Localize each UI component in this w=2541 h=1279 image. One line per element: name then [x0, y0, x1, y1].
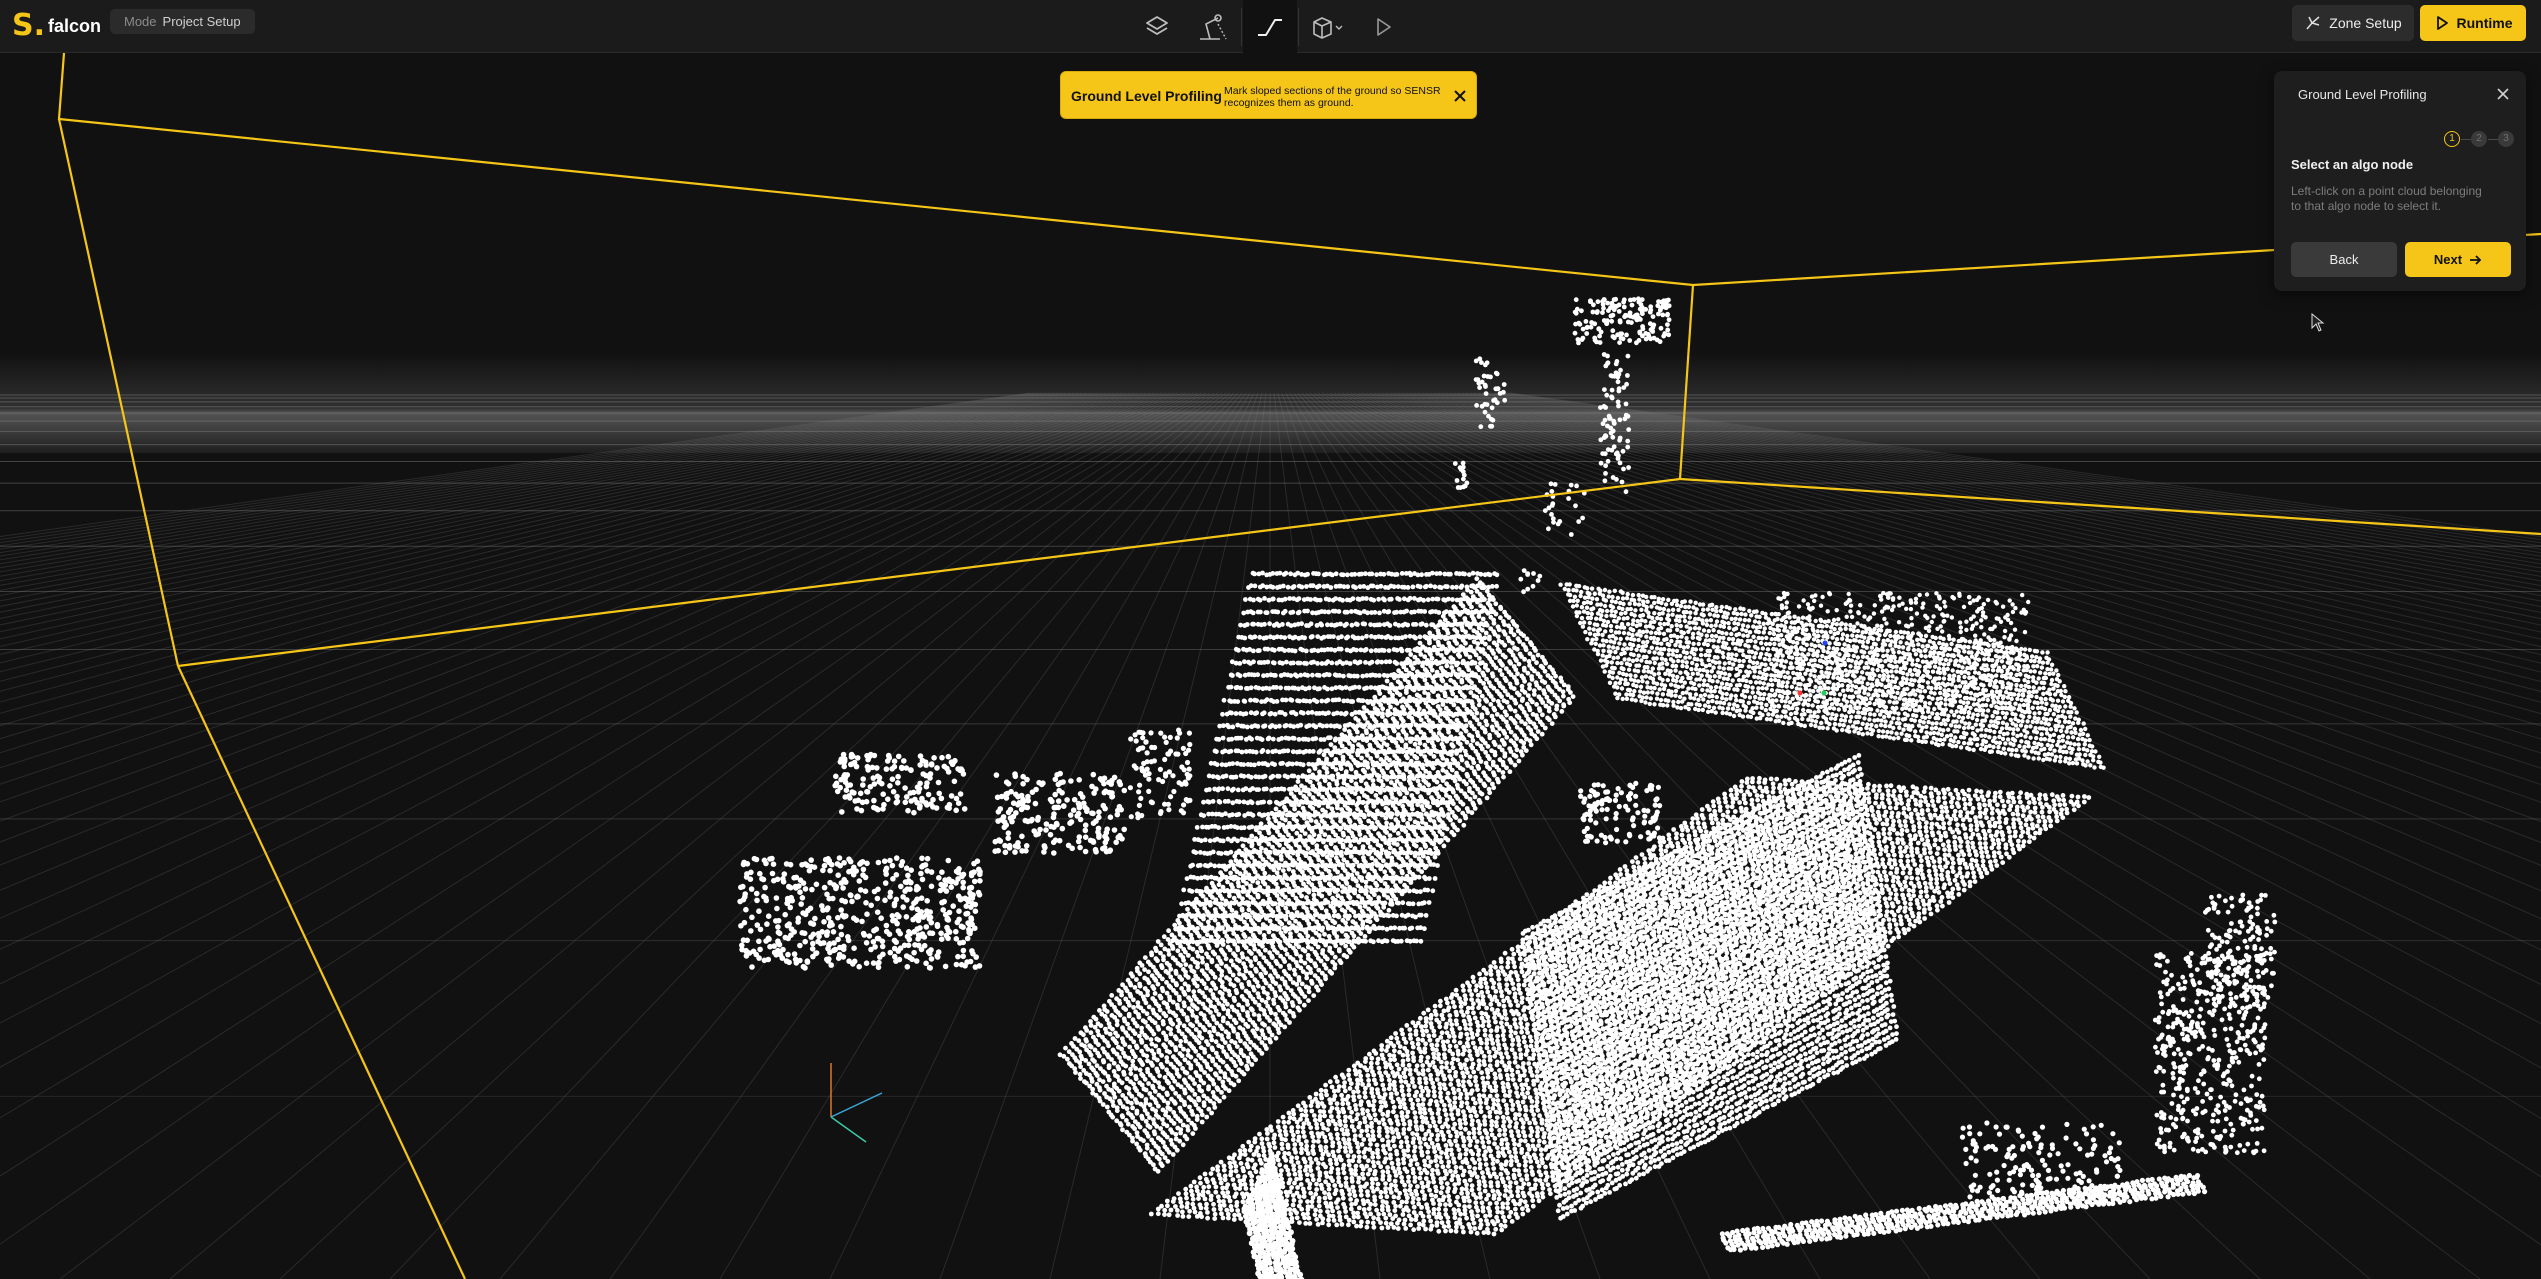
- sensor-icon: [1196, 12, 1230, 42]
- step-description: Left-click on a point cloud belonging to…: [2291, 184, 2491, 213]
- app-logo[interactable]: S.: [12, 9, 38, 43]
- mode-indicator[interactable]: Mode Project Setup: [110, 9, 255, 34]
- step-1: 1: [2444, 131, 2460, 147]
- zone-setup-label: Zone Setup: [2329, 15, 2401, 31]
- close-icon[interactable]: [2494, 85, 2512, 103]
- zone-setup-icon: [2304, 14, 2322, 32]
- next-label: Next: [2434, 252, 2462, 267]
- play-icon: [1371, 15, 1395, 39]
- banner-title: Ground Level Profiling: [1071, 72, 1222, 120]
- tool-ground-profiling[interactable]: [1243, 0, 1297, 53]
- arrow-right-icon: [2468, 253, 2482, 267]
- tool-layers[interactable]: [1130, 0, 1184, 53]
- next-button[interactable]: Next: [2405, 242, 2511, 277]
- step-heading: Select an algo node: [2291, 157, 2413, 172]
- tool-play[interactable]: [1356, 0, 1410, 53]
- profiling-panel: Ground Level Profiling 1 2 3 Select an a…: [2274, 71, 2526, 291]
- step-3: 3: [2498, 131, 2514, 147]
- runtime-label: Runtime: [2457, 15, 2513, 31]
- close-icon[interactable]: [1450, 86, 1470, 106]
- play-icon: [2434, 15, 2450, 31]
- runtime-button[interactable]: Runtime: [2420, 5, 2526, 41]
- point-cloud-scene[interactable]: [0, 53, 2541, 1279]
- cube-icon: [1309, 14, 1345, 40]
- ground-slope-icon: [1255, 15, 1285, 39]
- mode-value: Project Setup: [163, 14, 241, 29]
- app-name: falcon: [48, 12, 101, 40]
- tool-sensor[interactable]: [1186, 0, 1240, 53]
- zone-setup-button[interactable]: Zone Setup: [2292, 5, 2414, 41]
- step-2: 2: [2471, 131, 2487, 147]
- panel-title: Ground Level Profiling: [2298, 87, 2427, 103]
- banner-text: Mark sloped sections of the ground so SE…: [1224, 85, 1464, 109]
- step-indicator: 1 2 3: [2444, 131, 2508, 149]
- point-cloud-viewport[interactable]: [0, 53, 2541, 1279]
- back-button[interactable]: Back: [2291, 242, 2397, 277]
- mouse-cursor-icon: [2311, 313, 2325, 333]
- mode-label: Mode: [124, 14, 157, 29]
- tool-zone-dropdown[interactable]: [1300, 0, 1354, 53]
- profiling-banner: Ground Level Profiling Mark sloped secti…: [1060, 71, 1477, 119]
- layers-icon: [1144, 14, 1170, 40]
- top-bar: S. falcon Mode Project Setup Zone Setup …: [0, 0, 2541, 53]
